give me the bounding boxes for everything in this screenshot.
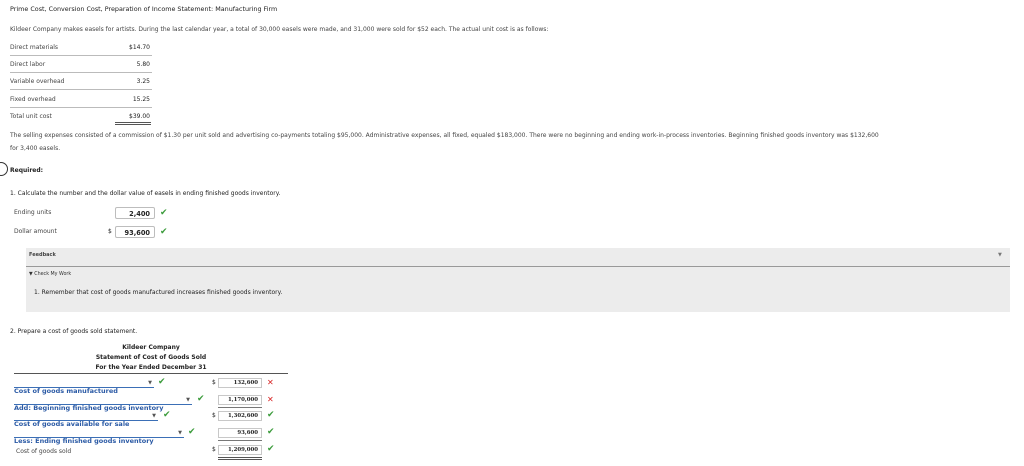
cogs-row-select[interactable]: Less: Ending finished goods inventory ▼ xyxy=(14,428,184,445)
part1-question: 1. Calculate the number and the dollar v… xyxy=(10,190,281,197)
intro-text: Kildeer Company makes easels for artists… xyxy=(10,26,549,33)
feedback-panel: Feedback ▼ ▼ Check My Work 1. Remember t… xyxy=(26,248,1010,312)
unit-cost-label: Variable overhead xyxy=(10,78,65,85)
unit-cost-label: Fixed overhead xyxy=(10,96,56,103)
select-label: Cost of goods manufactured xyxy=(14,387,118,395)
feedback-title: Feedback xyxy=(29,252,56,258)
cogs-total-label: Cost of goods sold xyxy=(16,448,72,455)
dropdown-caret-icon: ▼ xyxy=(148,380,152,386)
statement-title: Statement of Cost of Goods Sold xyxy=(95,354,207,361)
check-icon: ✔ xyxy=(163,410,171,420)
dollar-amount-label: Dollar amount xyxy=(14,228,57,235)
ending-units-input[interactable]: 2,400 xyxy=(115,207,155,219)
check-icon: ✔ xyxy=(197,394,205,404)
unit-cost-label: Direct labor xyxy=(10,61,46,68)
statement-company: Kildeer Company xyxy=(122,344,180,351)
ending-units-label: Ending units xyxy=(14,209,52,216)
unit-cost-total-value: $39.00 xyxy=(129,113,150,120)
check-icon: ✔ xyxy=(188,427,196,437)
cogs-row-select[interactable]: Add: Beginning finished goods inventory … xyxy=(14,395,192,412)
unit-cost-value: 15.25 xyxy=(132,96,150,103)
check-icon: ✔ xyxy=(160,208,168,218)
dollar-sign: $ xyxy=(212,379,216,386)
unit-cost-label: Direct materials xyxy=(10,44,59,51)
check-icon: ✔ xyxy=(267,410,275,420)
page-title: Prime Cost, Conversion Cost, Preparation… xyxy=(10,5,278,13)
dropdown-caret-icon: ▼ xyxy=(152,413,156,419)
cross-icon: ✕ xyxy=(267,378,274,387)
dollar-sign: $ xyxy=(108,228,112,235)
check-icon: ✔ xyxy=(160,227,168,237)
amount-input[interactable]: 132,600 xyxy=(218,378,262,388)
part2-question: 2. Prepare a cost of goods sold statemen… xyxy=(10,328,138,335)
check-my-work-toggle[interactable]: ▼ Check My Work xyxy=(29,272,71,277)
select-label: Cost of goods available for sale xyxy=(14,420,130,428)
check-icon: ✔ xyxy=(267,427,275,437)
select-label: Less: Ending finished goods inventory xyxy=(14,437,154,445)
unit-cost-value: 5.80 xyxy=(136,61,150,68)
expenses-text: The selling expenses consisted of a comm… xyxy=(10,132,879,139)
statement-period: For the Year Ended December 31 xyxy=(95,364,207,371)
amount-input[interactable]: 93,600 xyxy=(218,428,262,438)
feedback-message: 1. Remember that cost of goods manufactu… xyxy=(34,289,283,296)
cross-icon: ✕ xyxy=(267,395,274,404)
dropdown-caret-icon: ▼ xyxy=(186,397,190,403)
check-icon: ✔ xyxy=(267,444,275,454)
dropdown-caret-icon: ▼ xyxy=(178,430,182,436)
amount-input[interactable]: 1,209,000 xyxy=(218,445,262,455)
cogs-row-select[interactable]: Cost of goods available for sale ▼ xyxy=(14,411,158,428)
section-marker-icon xyxy=(0,162,8,176)
unit-cost-total-label: Total unit cost xyxy=(10,113,52,120)
collapse-arrow-icon[interactable]: ▼ xyxy=(998,252,1002,258)
dollar-amount-input[interactable]: 93,600 xyxy=(115,226,155,238)
expenses-text-cont: for 3,400 easels. xyxy=(10,145,61,152)
amount-input[interactable]: 1,302,600 xyxy=(218,411,262,421)
cogs-row-select[interactable]: Cost of goods manufactured ▼ xyxy=(14,378,154,395)
unit-cost-value: 3.25 xyxy=(136,78,150,85)
required-label: Required: xyxy=(10,167,44,174)
amount-input[interactable]: 1,170,000 xyxy=(218,395,262,405)
unit-cost-value: $14.70 xyxy=(129,44,150,51)
dollar-sign: $ xyxy=(212,412,216,419)
check-icon: ✔ xyxy=(158,377,166,387)
dollar-sign: $ xyxy=(212,446,216,453)
